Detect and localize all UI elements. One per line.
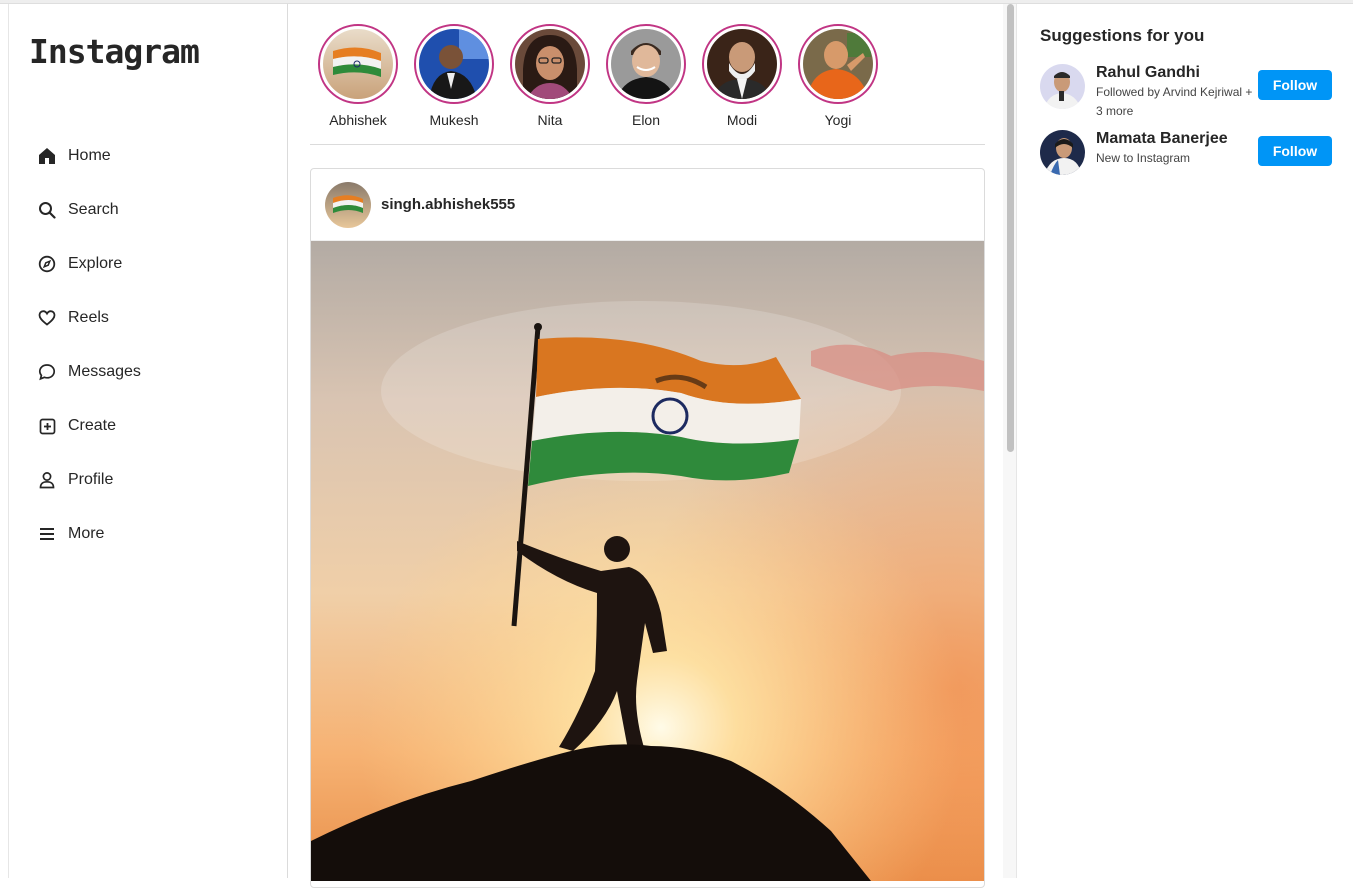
sidebar-item-label: Reels bbox=[68, 309, 109, 326]
story-avatar bbox=[323, 29, 393, 99]
story-avatar bbox=[611, 29, 681, 99]
story-elon[interactable]: Elon bbox=[598, 24, 694, 128]
post-avatar[interactable] bbox=[325, 181, 371, 228]
sidebar-nav: Home Search Explore Reels Messages Creat… bbox=[37, 129, 141, 561]
menu-icon bbox=[37, 524, 57, 544]
compass-icon bbox=[37, 254, 57, 274]
story-name: Modi bbox=[726, 112, 758, 128]
sidebar: Instagram Home Search Explore Reels Mess… bbox=[8, 4, 288, 878]
suggestions-panel: Suggestions for you Rahul Gandhi Followe… bbox=[1040, 26, 1340, 194]
post-card: singh.abhishek555 bbox=[310, 168, 985, 888]
suggestion-info: Mamata Banerjee New to Instagram bbox=[1096, 130, 1256, 168]
suggestions-title: Suggestions for you bbox=[1040, 26, 1205, 45]
suggestion-info: Rahul Gandhi Followed by Arvind Kejriwal… bbox=[1096, 64, 1256, 121]
story-avatar bbox=[803, 29, 873, 99]
sidebar-item-label: Profile bbox=[68, 471, 114, 488]
user-icon bbox=[37, 470, 57, 490]
story-avatar bbox=[707, 29, 777, 99]
post-header: singh.abhishek555 bbox=[311, 169, 984, 241]
story-avatar bbox=[419, 29, 489, 99]
suggestion-name[interactable]: Rahul Gandhi bbox=[1096, 64, 1256, 82]
search-icon bbox=[37, 200, 57, 220]
sidebar-item-label: Explore bbox=[68, 255, 123, 272]
story-avatar bbox=[515, 29, 585, 99]
heart-icon bbox=[37, 308, 57, 328]
story-name: Mukesh bbox=[429, 112, 479, 128]
sidebar-item-profile[interactable]: Profile bbox=[37, 453, 141, 507]
feed-scrollbar[interactable] bbox=[1003, 4, 1017, 878]
stories-bar: Abhishek Mukesh Nita Elon Modi Yogi bbox=[310, 24, 886, 128]
suggestion-avatar[interactable] bbox=[1040, 130, 1085, 175]
story-modi[interactable]: Modi bbox=[694, 24, 790, 128]
sidebar-item-reels[interactable]: Reels bbox=[37, 291, 141, 345]
story-abhishek[interactable]: Abhishek bbox=[310, 24, 406, 128]
suggestion-subtitle: Followed by Arvind Kejriwal + 3 more bbox=[1096, 85, 1253, 118]
suggestion-item: Mamata Banerjee New to Instagram Follow bbox=[1040, 130, 1340, 194]
suggestion-subtitle: New to Instagram bbox=[1096, 151, 1191, 165]
story-name: Abhishek bbox=[329, 112, 387, 128]
post-image[interactable] bbox=[311, 241, 984, 881]
post-username[interactable]: singh.abhishek555 bbox=[381, 196, 515, 213]
suggestion-name[interactable]: Mamata Banerjee bbox=[1096, 130, 1256, 148]
story-ring bbox=[510, 24, 590, 104]
story-ring bbox=[318, 24, 398, 104]
story-ring bbox=[606, 24, 686, 104]
sidebar-item-search[interactable]: Search bbox=[37, 183, 141, 237]
story-name: Yogi bbox=[824, 112, 852, 128]
app-logo[interactable]: Instagram bbox=[29, 32, 200, 71]
sidebar-item-explore[interactable]: Explore bbox=[37, 237, 141, 291]
suggestion-avatar[interactable] bbox=[1040, 64, 1085, 109]
scrollbar-thumb[interactable] bbox=[1007, 4, 1014, 452]
home-icon bbox=[37, 146, 57, 166]
sidebar-item-label: More bbox=[68, 525, 105, 542]
sidebar-item-more[interactable]: More bbox=[37, 507, 141, 561]
story-name: Elon bbox=[631, 112, 661, 128]
sidebar-item-messages[interactable]: Messages bbox=[37, 345, 141, 399]
stories-divider bbox=[310, 144, 985, 145]
sidebar-item-label: Create bbox=[68, 417, 117, 434]
story-mukesh[interactable]: Mukesh bbox=[406, 24, 502, 128]
story-ring bbox=[414, 24, 494, 104]
main-feed: Abhishek Mukesh Nita Elon Modi Yogi sing… bbox=[300, 4, 1000, 888]
story-ring bbox=[702, 24, 782, 104]
chat-bubble-icon bbox=[37, 362, 57, 382]
story-nita[interactable]: Nita bbox=[502, 24, 598, 128]
sidebar-item-home[interactable]: Home bbox=[37, 129, 141, 183]
story-name: Nita bbox=[537, 112, 563, 128]
suggestion-item: Rahul Gandhi Followed by Arvind Kejriwal… bbox=[1040, 64, 1340, 128]
sidebar-item-label: Messages bbox=[68, 363, 141, 380]
story-ring bbox=[798, 24, 878, 104]
sidebar-item-label: Home bbox=[68, 147, 111, 164]
follow-button[interactable]: Follow bbox=[1258, 70, 1332, 100]
plus-square-icon bbox=[37, 416, 57, 436]
sidebar-item-label: Search bbox=[68, 201, 119, 218]
story-yogi[interactable]: Yogi bbox=[790, 24, 886, 128]
follow-button[interactable]: Follow bbox=[1258, 136, 1332, 166]
sidebar-item-create[interactable]: Create bbox=[37, 399, 141, 453]
